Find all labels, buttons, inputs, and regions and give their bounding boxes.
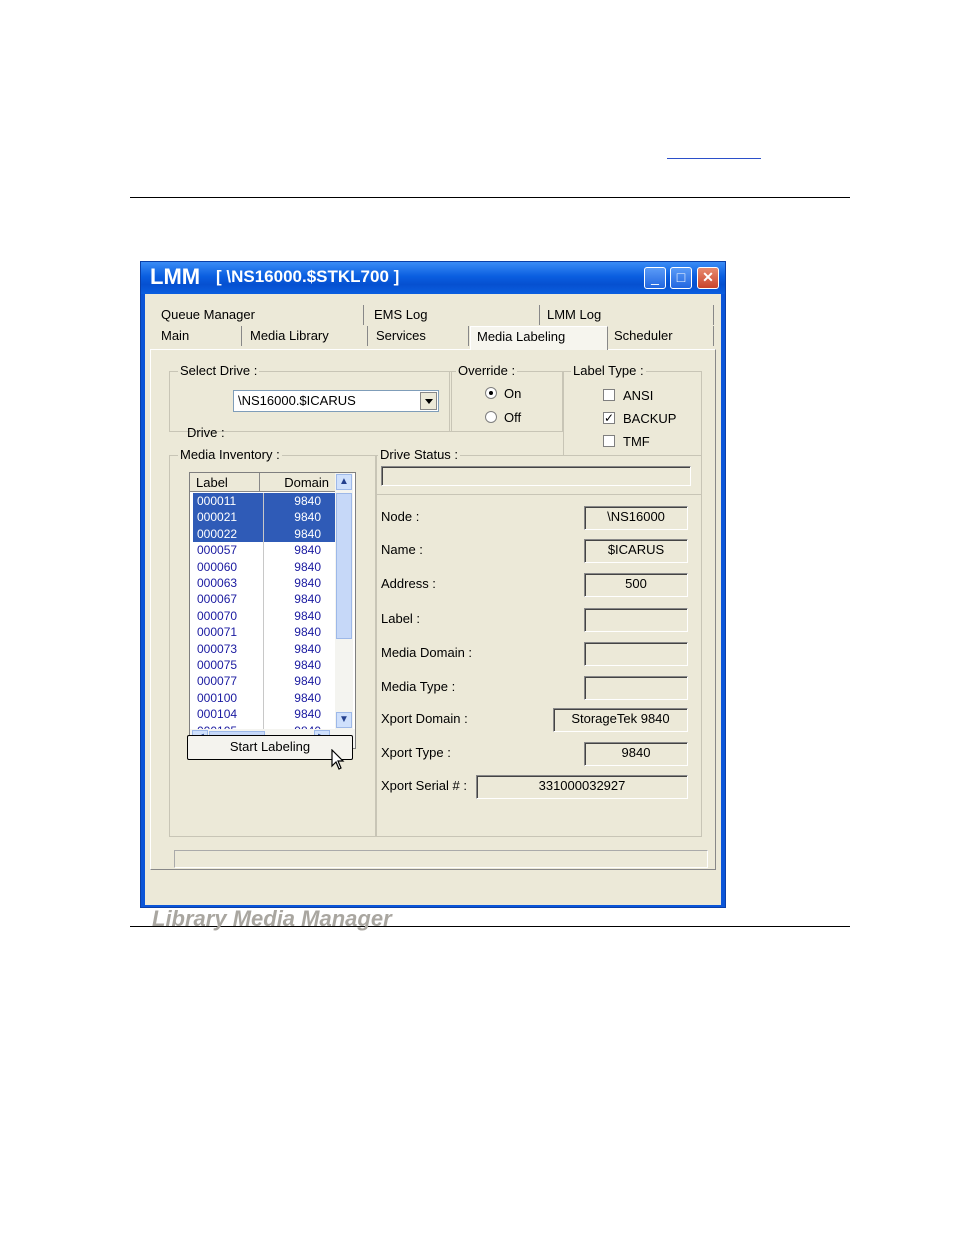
field-label: Node : xyxy=(381,509,420,524)
maximize-button[interactable]: □ xyxy=(670,267,692,289)
field-value: 500 xyxy=(584,573,688,597)
field-value: $ICARUS xyxy=(584,539,688,563)
lmm-window: LMM [ \NS16000.$STKL700 ] _ □ ✕ Queue Ma… xyxy=(140,261,726,931)
field-label: Name : xyxy=(381,542,423,557)
field-value: \NS16000 xyxy=(584,506,688,530)
field-label: Xport Domain : xyxy=(381,711,468,726)
close-button[interactable]: ✕ xyxy=(697,267,719,289)
field-label: Media Type : xyxy=(381,679,456,694)
hyperlink-underline[interactable] xyxy=(667,158,761,159)
field-value: 331000032927 xyxy=(476,775,688,799)
field-value xyxy=(584,642,688,666)
footer-brand: Library Media Manager xyxy=(152,906,392,931)
field-label: Address : xyxy=(381,576,436,591)
field-label: Label : xyxy=(381,611,421,626)
field-label: Xport Serial # : xyxy=(381,778,467,793)
top-rule xyxy=(130,197,850,198)
field-value xyxy=(584,676,688,700)
field-value xyxy=(584,608,688,632)
app-title: LMM xyxy=(150,264,201,289)
minimize-button[interactable]: _ xyxy=(644,267,666,289)
drive-status-fields: Node : \NS16000 Name : $ICARUS Address : 500 L… xyxy=(145,294,721,905)
field-label: Xport Type : xyxy=(381,745,451,760)
client-area: Queue Manager EMS Log LMM Log Main Media… xyxy=(145,294,721,931)
tab-media-labeling[interactable]: Media Labeling xyxy=(470,326,608,350)
field-label: Media Domain : xyxy=(381,645,473,660)
field-value: StorageTek 9840 xyxy=(553,708,688,732)
status-bar xyxy=(174,850,708,868)
window-path-title: [ \NS16000.$STKL700 ] xyxy=(216,267,400,286)
title-bar[interactable]: LMM [ \NS16000.$STKL700 ] _ □ ✕ xyxy=(141,262,725,294)
field-value: 9840 xyxy=(584,742,688,766)
